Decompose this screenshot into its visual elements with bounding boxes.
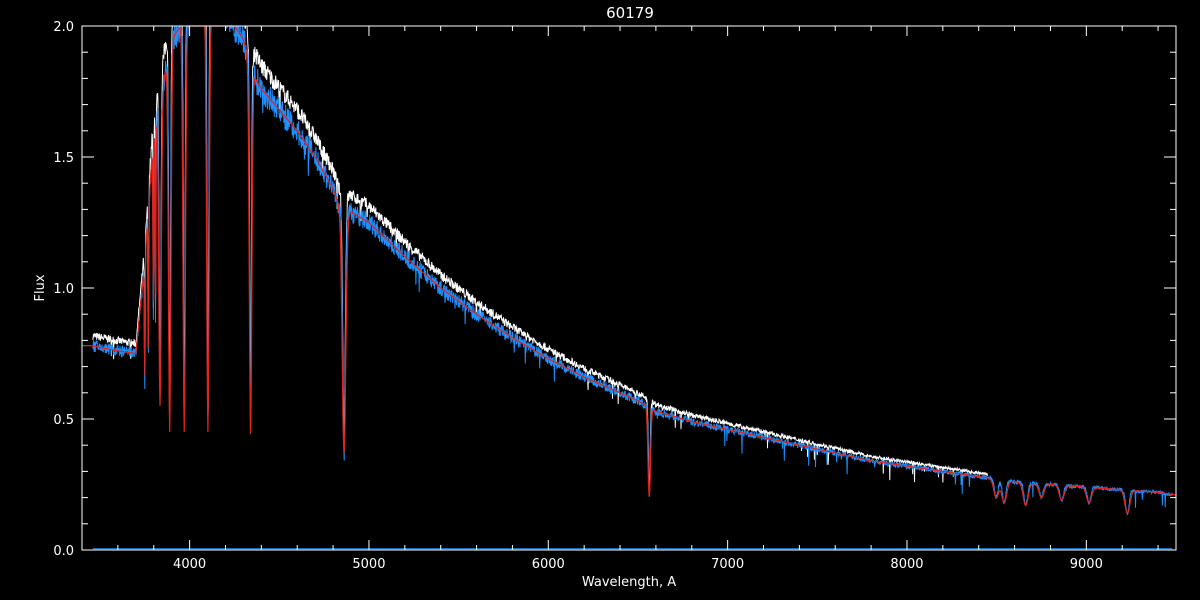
y-tick-label: 1.5 <box>53 151 74 166</box>
x-tick-label: 4000 <box>173 557 206 572</box>
y-tick-label: 2.0 <box>53 20 74 35</box>
x-tick-label: 9000 <box>1070 557 1103 572</box>
x-tick-label: 6000 <box>532 557 565 572</box>
chart-background <box>0 0 1200 600</box>
y-axis-title: Flux <box>33 274 48 301</box>
x-tick-label: 5000 <box>352 557 385 572</box>
y-tick-label: 0.5 <box>53 413 74 428</box>
x-axis-title: Wavelength, A <box>582 575 676 590</box>
x-tick-label: 8000 <box>890 557 923 572</box>
x-tick-label: 7000 <box>711 557 744 572</box>
y-tick-label: 0.0 <box>53 544 74 559</box>
chart-title: 60179 <box>606 4 654 22</box>
y-tick-label: 1.0 <box>53 282 74 297</box>
spectrum-chart: 60179 4000 5000 6000 7000 8000 9000 0.0 0.5 1.0 1… <box>0 0 1200 600</box>
